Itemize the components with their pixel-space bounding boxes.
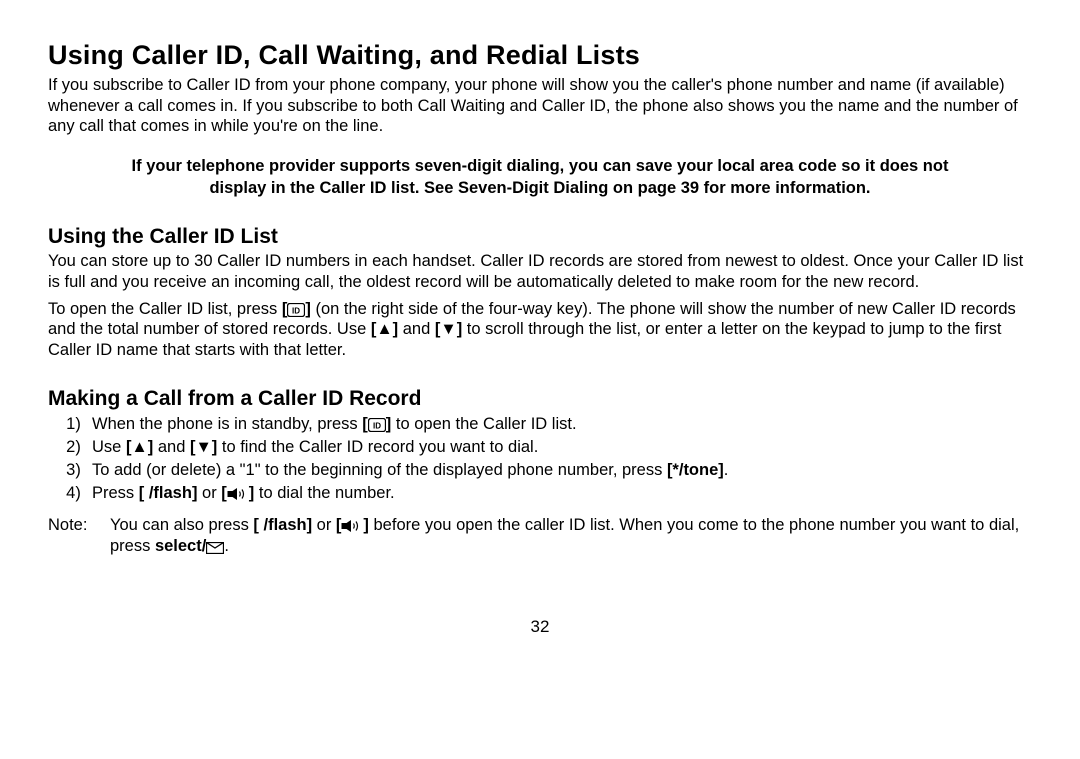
callout-note: If your telephone provider supports seve…	[48, 155, 1032, 200]
text-fragment: Use	[92, 438, 126, 456]
page-title: Using Caller ID, Call Waiting, and Redia…	[48, 40, 1032, 71]
id-key-icon: [ID]	[362, 415, 391, 433]
text-fragment: to find the Caller ID record you want to…	[217, 438, 538, 456]
flash-key: [ /flash]	[253, 516, 312, 534]
step-3: To add (or delete) a "1" to the beginnin…	[90, 459, 1032, 481]
down-key-icon: [▼]	[435, 320, 462, 338]
caller-id-open-paragraph: To open the Caller ID list, press [ID] (…	[48, 299, 1032, 361]
text-fragment: or	[312, 516, 336, 534]
text-fragment: and	[398, 320, 435, 338]
id-key-icon: [ID]	[282, 300, 311, 318]
down-key-icon: [▼]	[190, 438, 217, 456]
steps-list: When the phone is in standby, press [ID]…	[48, 413, 1032, 505]
flash-key: [ /flash]	[139, 484, 198, 502]
svg-text:ID: ID	[292, 306, 300, 315]
section-using-caller-id: Using the Caller ID List	[48, 225, 1032, 249]
text-fragment: To open the Caller ID list, press	[48, 300, 282, 318]
text-fragment: or	[197, 484, 221, 502]
speaker-key-icon: []	[336, 516, 369, 534]
text-fragment: .	[224, 537, 229, 555]
text-fragment: To add (or delete) a "1" to the beginnin…	[92, 461, 667, 479]
section-making-call: Making a Call from a Caller ID Record	[48, 387, 1032, 411]
step-2: Use [▲] and [▼] to find the Caller ID re…	[90, 436, 1032, 458]
text-fragment: You can also press	[110, 516, 253, 534]
speaker-key-icon: []	[221, 484, 254, 502]
up-key-icon: [▲]	[371, 320, 398, 338]
tone-key: [*/tone]	[667, 461, 724, 479]
text-fragment: and	[153, 438, 190, 456]
select-key: select/	[155, 537, 224, 555]
note-label: Note:	[48, 515, 110, 558]
page-number: 32	[48, 617, 1032, 637]
step-4: Press [ /flash] or [] to dial the number…	[90, 482, 1032, 504]
step-1: When the phone is in standby, press [ID]…	[90, 413, 1032, 435]
caller-id-storage-paragraph: You can store up to 30 Caller ID numbers…	[48, 251, 1032, 292]
note-body: You can also press [ /flash] or [] befor…	[110, 515, 1032, 558]
text-fragment: .	[724, 461, 729, 479]
intro-paragraph: If you subscribe to Caller ID from your …	[48, 75, 1032, 137]
text-fragment: Press	[92, 484, 139, 502]
note: Note: You can also press [ /flash] or []…	[48, 515, 1032, 558]
text-fragment: to open the Caller ID list.	[391, 415, 576, 433]
text-fragment: to dial the number.	[254, 484, 394, 502]
svg-text:ID: ID	[373, 421, 381, 430]
up-key-icon: [▲]	[126, 438, 153, 456]
text-fragment: When the phone is in standby, press	[92, 415, 362, 433]
